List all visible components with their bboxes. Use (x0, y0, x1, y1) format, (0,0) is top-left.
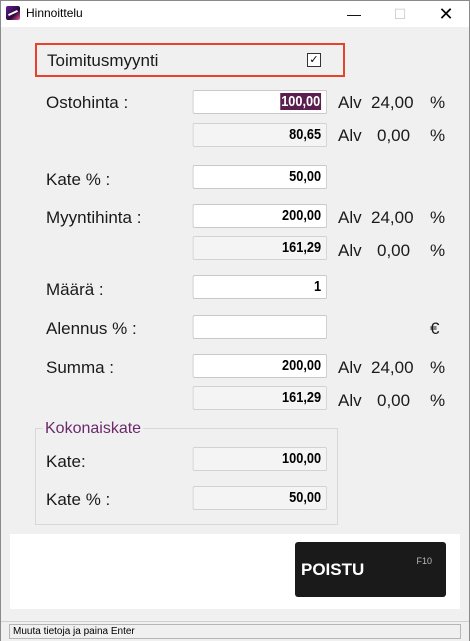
myyntihinta-net-field: 161,29 (192, 236, 327, 260)
myyntihinta-alv-rate: 24,00 (371, 208, 414, 227)
toimitusmyynti-checkbox[interactable]: ✓ (307, 53, 321, 67)
hinnoittelu-window: Hinnoittelu — ☐ ✕ Toimitusmyynti ✓ Ostoh… (0, 0, 470, 641)
status-bar: Muuta tietoja ja paina Enter (1, 621, 469, 641)
ostohinta-net-field: 80,65 (192, 123, 327, 147)
ostohinta-alv-label: Alv (338, 93, 362, 112)
maximize-button[interactable]: ☐ (377, 1, 423, 27)
ostohinta-net-alv-rate: 0,00 (377, 126, 411, 145)
ostohinta-input[interactable]: 100,00 (192, 90, 327, 114)
poistu-shortcut: F10 (416, 556, 432, 566)
kokonaiskate-kate-field: 100,00 (192, 447, 327, 471)
summa-pct: % (430, 358, 446, 377)
app-logo-icon (6, 6, 20, 20)
myyntihinta-input[interactable]: 200,00 (192, 204, 327, 228)
summa-net-alv-rate: 0,00 (377, 391, 411, 410)
summa-net-field: 161,29 (192, 386, 327, 410)
maara-input[interactable]: 1 (192, 275, 327, 299)
alennus-label: Alennus % : (46, 319, 137, 338)
myyntihinta-net-pct: % (430, 241, 446, 260)
toimitusmyynti-toggle[interactable]: Toimitusmyynti ✓ (35, 43, 345, 77)
maara-label: Määrä : (46, 280, 104, 299)
myyntihinta-pct: % (430, 208, 446, 227)
status-text: Muuta tietoja ja paina Enter (9, 624, 461, 639)
kokonaiskate-pct-field: 50,00 (192, 486, 327, 510)
ostohinta-pct: % (430, 93, 446, 112)
myyntihinta-net-alv-rate: 0,00 (377, 241, 411, 260)
summa-alv-label: Alv (338, 358, 362, 377)
kokonaiskate-title: Kokonaiskate (43, 420, 144, 438)
kokonaiskate-pct-label: Kate % : (46, 490, 111, 509)
myyntihinta-net-alv-label: Alv (338, 241, 362, 260)
kate-input[interactable]: 50,00 (192, 165, 327, 189)
poistu-button[interactable]: POISTU F10 (295, 542, 446, 597)
minimize-button[interactable]: — (331, 1, 377, 27)
alennus-input[interactable] (192, 315, 327, 339)
toimitusmyynti-label: Toimitusmyynti (47, 51, 159, 70)
close-button[interactable]: ✕ (423, 1, 469, 27)
ostohinta-label: Ostohinta : (46, 93, 129, 112)
summa-label: Summa : (46, 358, 115, 377)
summa-net-alv-label: Alv (338, 391, 362, 410)
kokonaiskate-kate-label: Kate: (46, 452, 86, 471)
ostohinta-value: 100,00 (280, 93, 322, 110)
title-bar: Hinnoittelu — ☐ ✕ (1, 1, 469, 27)
ostohinta-net-pct: % (430, 126, 446, 145)
myyntihinta-label: Myyntihinta : (46, 208, 142, 227)
summa-alv-rate: 24,00 (371, 358, 414, 377)
summa-input[interactable]: 200,00 (192, 354, 327, 378)
ostohinta-net-alv-label: Alv (338, 126, 362, 145)
pricing-form: Toimitusmyynti ✓ Ostohinta : 100,00 Alv … (1, 27, 469, 619)
currency-euro-label: € (430, 319, 440, 338)
summa-net-pct: % (430, 391, 446, 410)
poistu-label: POISTU (301, 560, 365, 579)
window-title: Hinnoittelu (26, 6, 83, 20)
ostohinta-alv-rate: 24,00 (371, 93, 414, 112)
myyntihinta-alv-label: Alv (338, 208, 362, 227)
kokonaiskate-group (35, 428, 338, 525)
kate-label: Kate % : (46, 170, 111, 189)
